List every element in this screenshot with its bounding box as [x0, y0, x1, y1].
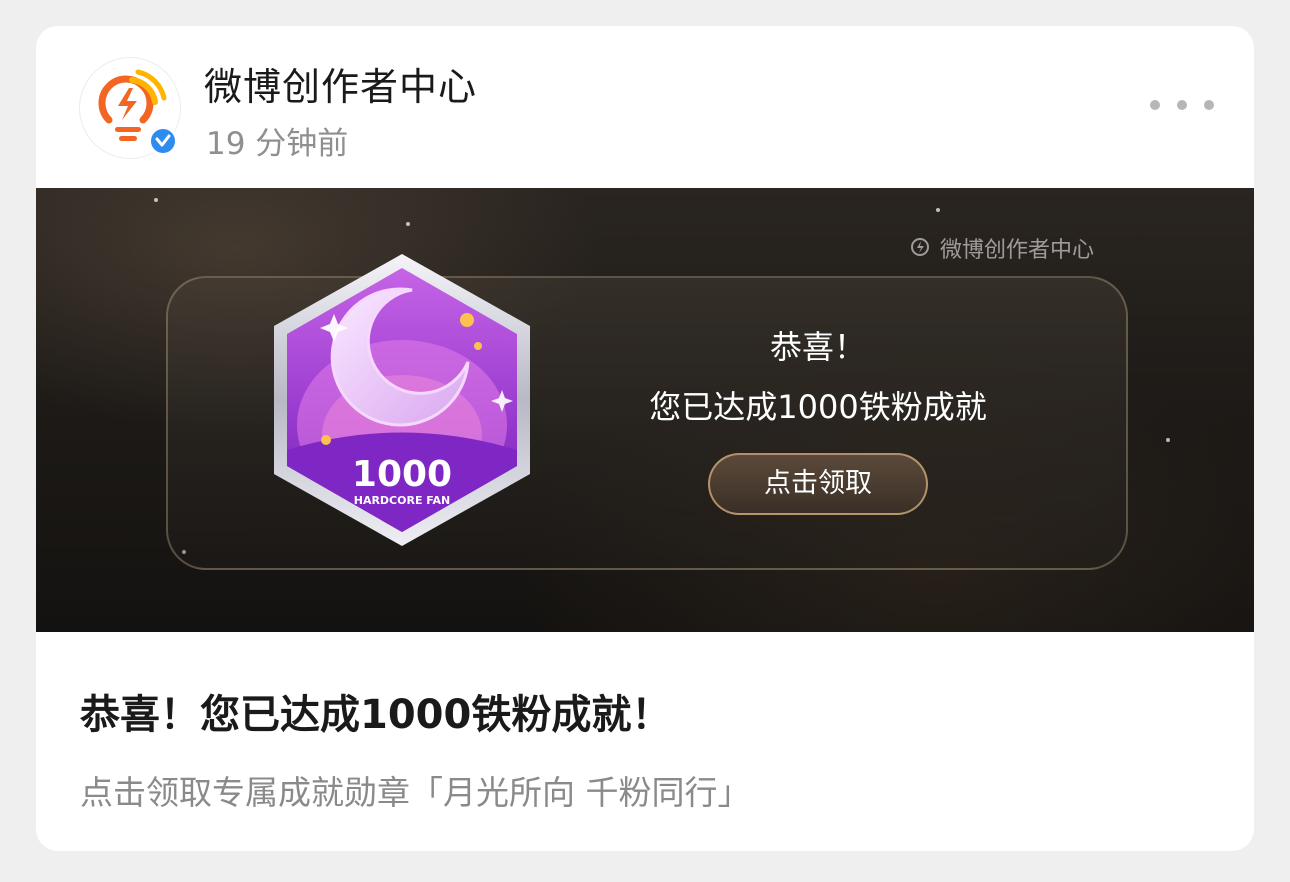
banner-watermark: 微博创作者中心: [908, 232, 1094, 264]
more-options-button[interactable]: [1150, 90, 1214, 120]
banner-heading: 恭喜！: [769, 328, 866, 366]
badge-caption: HARDCORE FAN: [354, 494, 451, 507]
post-timestamp: 19 分钟前: [206, 126, 349, 162]
claim-button[interactable]: 点击领取: [708, 453, 928, 515]
lightbulb-bolt-icon: [910, 238, 929, 256]
verified-check-icon: [148, 126, 178, 156]
badge-number: 1000: [352, 454, 452, 495]
more-dots-icon: [1150, 100, 1160, 110]
post-description[interactable]: 点击领取专属成就勋章「月光所向 千粉同行」: [80, 766, 751, 814]
banner-watermark-text: 微博创作者中心: [939, 238, 1094, 263]
author-avatar[interactable]: [79, 57, 181, 159]
achievement-banner[interactable]: 微博创作者中心 恭喜！ 您已达成1000铁粉成就 点击领取 1000 HARDC…: [36, 188, 1254, 632]
banner-subheading: 您已达成1000铁粉成就: [649, 388, 987, 426]
hardcore-fan-badge[interactable]: 1000 HARDCORE FAN: [262, 250, 542, 550]
post-title[interactable]: 恭喜！您已达成1000铁粉成就！: [80, 682, 671, 740]
author-name[interactable]: 微博创作者中心: [204, 56, 477, 111]
weibo-post-card: 微博创作者中心 19 分钟前 微博创作者中心 恭喜！ 您已达成1000铁粉成就 …: [36, 26, 1254, 851]
